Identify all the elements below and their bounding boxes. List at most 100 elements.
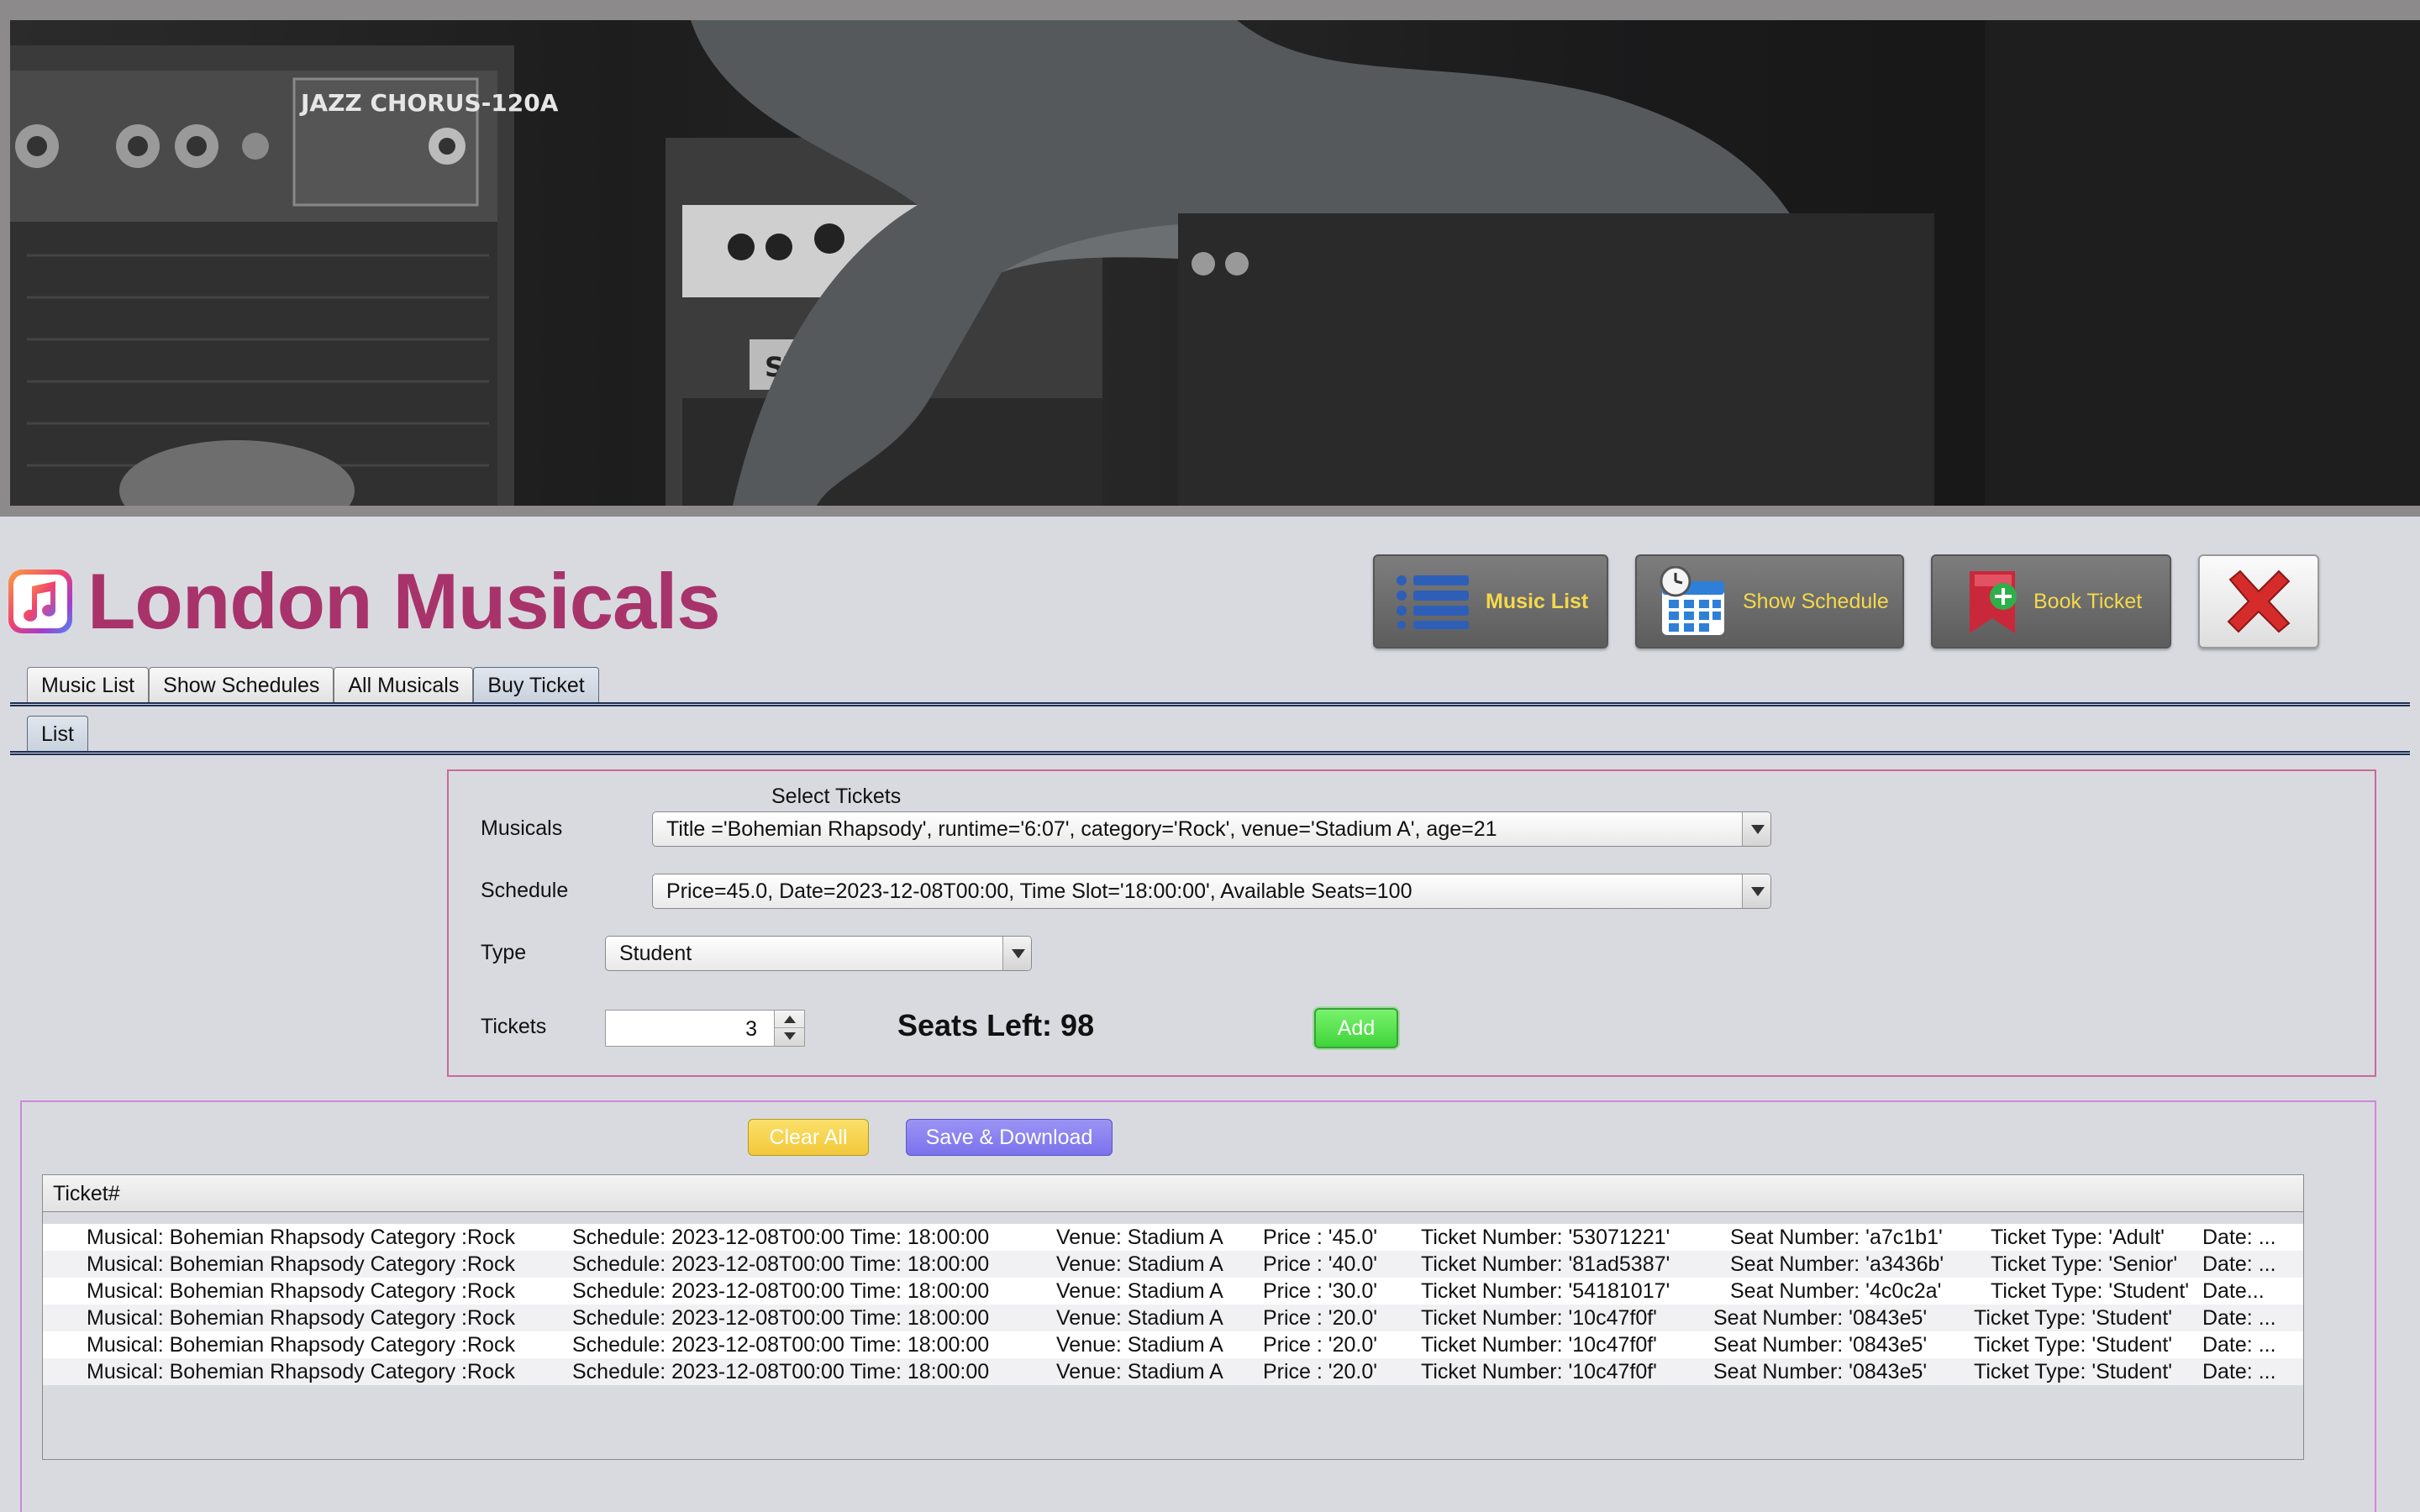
tab-all-musicals[interactable]: All Musicals	[334, 667, 474, 704]
row-price: Price : '20.0'	[1263, 1333, 1377, 1357]
row-schedule: Schedule: 2023-12-08T00:00 Time: 18:00:0…	[572, 1360, 990, 1383]
musicals-select[interactable]: Title ='Bohemian Rhapsody', runtime='6:0…	[652, 811, 1771, 847]
tab-buy-ticket[interactable]: Buy Ticket	[473, 667, 599, 704]
row-ticket-number: Ticket Number: '10c47f0f'	[1421, 1333, 1657, 1357]
table-row[interactable]: Musical: Bohemian Rhapsody Category :Roc…	[43, 1251, 2303, 1278]
row-type: Ticket Type: 'Student'	[1974, 1360, 2173, 1383]
row-ticket-number: Ticket Number: '10c47f0f'	[1421, 1360, 1657, 1383]
sub-tabs: List	[27, 716, 88, 753]
tickets-stepper[interactable]: 3	[605, 1010, 805, 1047]
ticket-table[interactable]: Ticket# Musical: Bohemian Rhapsody Categ…	[42, 1174, 2304, 1460]
book-ticket-button[interactable]: Book Ticket	[1931, 554, 2171, 648]
row-type: Ticket Type: 'Adult'	[1991, 1226, 2165, 1249]
table-row[interactable]: Musical: Bohemian Rhapsody Category :Roc…	[43, 1305, 2303, 1331]
tab-music-list[interactable]: Music List	[27, 667, 150, 704]
tab-list[interactable]: List	[27, 716, 88, 753]
table-row[interactable]: Musical: Bohemian Rhapsody Category :Roc…	[43, 1331, 2303, 1358]
row-date: Date: ...	[2202, 1306, 2276, 1330]
show-schedule-button[interactable]: Show Schedule	[1635, 554, 1904, 648]
row-musical: Musical: Bohemian Rhapsody Category :Roc…	[87, 1252, 515, 1276]
stepper-buttons[interactable]	[774, 1011, 805, 1046]
add-button[interactable]: Add	[1314, 1008, 1398, 1048]
calendar-icon	[1660, 566, 1724, 635]
amp-brand-text: JAZZ CHORUS-120A	[299, 89, 559, 117]
row-musical: Musical: Bohemian Rhapsody Category :Roc…	[87, 1333, 515, 1357]
music-list-label: Music List	[1486, 589, 1589, 613]
musicals-label: Musicals	[481, 816, 563, 840]
row-seat: Seat Number: 'a3436b'	[1730, 1252, 1944, 1276]
chevron-down-icon	[1742, 812, 1770, 846]
list-icon	[1397, 575, 1469, 629]
row-musical: Musical: Bohemian Rhapsody Category :Roc…	[87, 1306, 515, 1330]
banner-image: JAZZ CHORUS-120A STINGRAY	[10, 20, 2420, 506]
row-venue: Venue: Stadium A	[1056, 1333, 1223, 1357]
chevron-down-icon	[1742, 874, 1770, 908]
row-type: Ticket Type: 'Student'	[1974, 1306, 2173, 1330]
row-ticket-number: Ticket Number: '81ad5387'	[1421, 1252, 1670, 1276]
schedule-label: Schedule	[481, 879, 569, 902]
row-schedule: Schedule: 2023-12-08T00:00 Time: 18:00:0…	[572, 1333, 990, 1357]
row-musical: Musical: Bohemian Rhapsody Category :Roc…	[87, 1226, 515, 1249]
row-seat: Seat Number: 'a7c1b1'	[1730, 1226, 1943, 1249]
row-seat: Seat Number: '0843e5'	[1713, 1333, 1928, 1357]
table-row[interactable]: Musical: Bohemian Rhapsody Category :Roc…	[43, 1358, 2303, 1385]
header-banner: JAZZ CHORUS-120A STINGRAY	[0, 0, 2420, 517]
stepper-down-icon[interactable]	[784, 1032, 796, 1040]
ticket-list-panel: Clear All Save & Download Ticket# Musica…	[20, 1100, 2376, 1512]
row-venue: Venue: Stadium A	[1056, 1226, 1223, 1249]
music-note-icon	[24, 581, 56, 622]
select-tickets-panel: Select Tickets Musicals Title ='Bohemian…	[447, 769, 2376, 1077]
x-icon	[2227, 570, 2291, 633]
app-logo	[8, 570, 72, 633]
row-venue: Venue: Stadium A	[1056, 1306, 1223, 1330]
app-title: London Musicals	[87, 557, 721, 645]
schedule-select[interactable]: Price=45.0, Date=2023-12-08T00:00, Time …	[652, 874, 1771, 909]
row-venue: Venue: Stadium A	[1056, 1360, 1223, 1383]
ticket-list: Musical: Bohemian Rhapsody Category :Roc…	[43, 1224, 2303, 1385]
select-tickets-heading: Select Tickets	[771, 785, 902, 808]
type-select-value: Student	[619, 942, 692, 965]
row-type: Ticket Type: 'Student'	[1974, 1333, 2173, 1357]
table-header-ticket[interactable]: Ticket#	[43, 1175, 2303, 1212]
clear-all-button[interactable]: Clear All	[748, 1119, 869, 1156]
type-select[interactable]: Student	[605, 936, 1032, 971]
row-price: Price : '20.0'	[1263, 1306, 1377, 1330]
row-musical: Musical: Bohemian Rhapsody Category :Roc…	[87, 1279, 515, 1303]
seats-left: Seats Left: 98	[897, 1008, 1095, 1042]
row-price: Price : '20.0'	[1263, 1360, 1377, 1383]
row-price: Price : '30.0'	[1263, 1279, 1377, 1303]
row-type: Ticket Type: 'Senior'	[1991, 1252, 2178, 1276]
row-schedule: Schedule: 2023-12-08T00:00 Time: 18:00:0…	[572, 1226, 990, 1249]
row-date: Date: ...	[2202, 1252, 2276, 1276]
row-ticket-number: Ticket Number: '54181017'	[1421, 1279, 1670, 1303]
musicals-select-value: Title ='Bohemian Rhapsody', runtime='6:0…	[666, 817, 1497, 841]
row-schedule: Schedule: 2023-12-08T00:00 Time: 18:00:0…	[572, 1279, 990, 1303]
save-download-button[interactable]: Save & Download	[906, 1119, 1113, 1156]
row-ticket-number: Ticket Number: '53071221'	[1421, 1226, 1670, 1249]
tab-show-schedules[interactable]: Show Schedules	[149, 667, 334, 704]
row-musical: Musical: Bohemian Rhapsody Category :Roc…	[87, 1360, 515, 1383]
row-price: Price : '45.0'	[1263, 1226, 1377, 1249]
music-list-button[interactable]: Music List	[1373, 554, 1608, 648]
subtab-divider	[10, 751, 2410, 755]
row-seat: Seat Number: '0843e5'	[1713, 1360, 1928, 1383]
bookmark-add-icon	[1970, 571, 2017, 633]
tab-divider	[10, 702, 2410, 706]
book-ticket-label: Book Ticket	[2033, 589, 2143, 613]
table-row[interactable]: Musical: Bohemian Rhapsody Category :Roc…	[43, 1278, 2303, 1305]
type-label: Type	[481, 941, 527, 964]
row-venue: Venue: Stadium A	[1056, 1252, 1223, 1276]
row-schedule: Schedule: 2023-12-08T00:00 Time: 18:00:0…	[572, 1306, 990, 1330]
tickets-value: 3	[745, 1017, 757, 1041]
stepper-up-icon[interactable]	[784, 1016, 796, 1023]
schedule-select-value: Price=45.0, Date=2023-12-08T00:00, Time …	[666, 879, 1413, 903]
row-date: Date...	[2202, 1279, 2265, 1303]
main-tabs: Music List Show Schedules All Musicals B…	[27, 667, 599, 704]
row-venue: Venue: Stadium A	[1056, 1279, 1223, 1303]
table-row[interactable]: Musical: Bohemian Rhapsody Category :Roc…	[43, 1224, 2303, 1251]
tickets-label: Tickets	[481, 1015, 547, 1038]
row-type: Ticket Type: 'Student'	[1991, 1279, 2190, 1303]
close-button[interactable]	[2198, 554, 2319, 648]
row-seat: Seat Number: '4c0c2a'	[1730, 1279, 1942, 1303]
show-schedule-label: Show Schedule	[1743, 589, 1889, 613]
